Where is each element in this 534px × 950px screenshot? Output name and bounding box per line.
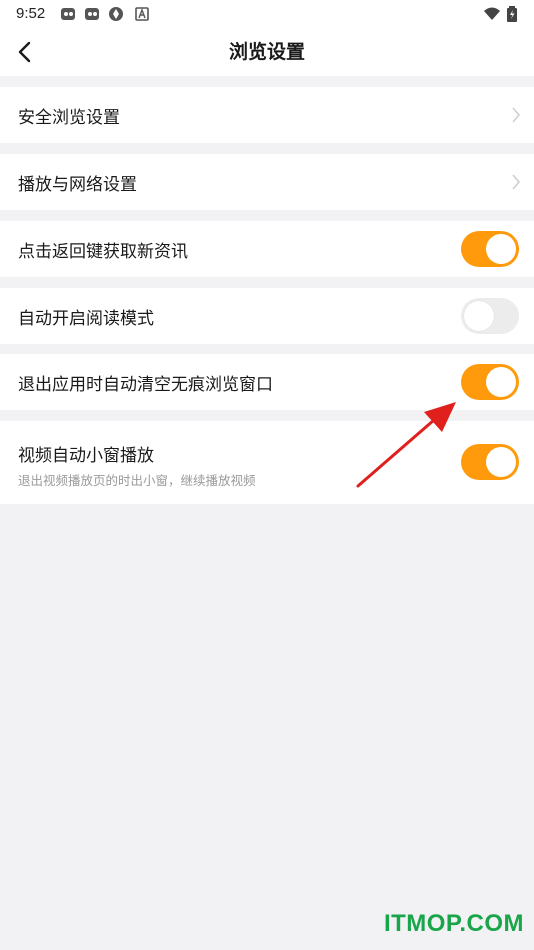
clear-incognito-toggle[interactable] [461,364,519,400]
chevron-right-icon [512,107,521,123]
settings-row-playback-network[interactable]: 播放与网络设置 [0,154,534,210]
toggle-knob [486,367,516,397]
sync-icon [109,7,123,21]
page-title: 浏览设置 [228,41,305,63]
settings-row-label: 播放与网络设置 [18,175,137,195]
reading-mode-toggle[interactable] [461,298,519,334]
video-pip-toggle[interactable] [461,444,519,480]
settings-row-sublabel: 退出视频播放页的时出小窗，继续播放视频 [18,473,256,488]
back-refresh-toggle[interactable] [461,231,519,267]
status-bar: 9:52 [0,0,534,28]
settings-row-reading-mode: 自动开启阅读模式 [0,288,534,344]
app-notification-icon [61,8,75,20]
settings-row-back-refresh: 点击返回键获取新资讯 [0,221,534,277]
chevron-right-icon [512,174,521,190]
settings-row-label: 退出应用时自动清空无痕浏览窗口 [18,375,273,395]
settings-row-label: 安全浏览设置 [18,108,120,128]
status-time: 9:52 [16,5,46,22]
toggle-knob [486,447,516,477]
settings-row-label: 点击返回键获取新资讯 [18,242,188,262]
settings-row-label: 视频自动小窗播放 [18,446,154,466]
app-notification-icon [85,8,99,20]
toggle-knob [464,301,494,331]
wifi-icon [484,7,500,20]
a-badge-icon [135,7,149,21]
watermark-logo: ITMOP.COM [383,910,524,937]
header-bar: 浏览设置 [0,28,534,76]
settings-row-safe-browsing[interactable]: 安全浏览设置 [0,87,534,143]
annotation-arrow-icon [356,402,456,488]
toggle-knob [486,234,516,264]
battery-icon [507,6,517,22]
settings-row-label: 自动开启阅读模式 [18,309,154,329]
